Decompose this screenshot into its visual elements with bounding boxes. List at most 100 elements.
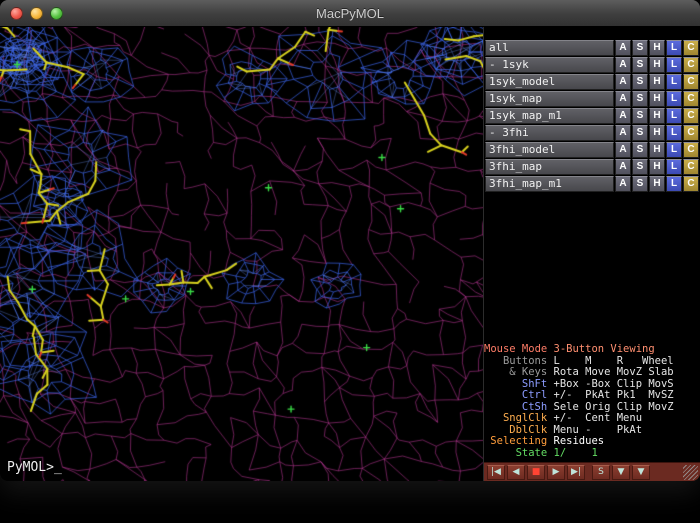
object-row: - 1syk A S H L C [485, 57, 699, 73]
color-button[interactable]: C [683, 142, 699, 158]
mouse-mode-label: Mouse Mode [484, 344, 547, 356]
action-button[interactable]: A [615, 91, 631, 107]
hide-button[interactable]: H [649, 108, 665, 124]
selecting-mode-value[interactable]: Residues [547, 435, 604, 447]
show-button[interactable]: S [632, 125, 648, 141]
object-row: 1syk_map A S H L C [485, 91, 699, 107]
movie-fast-forward-button[interactable]: ▶| [567, 465, 585, 480]
action-button[interactable]: A [615, 74, 631, 90]
color-button[interactable]: C [683, 108, 699, 124]
mouse-ctrl-value: +/- PkAt Pk1 MvSZ [547, 389, 673, 401]
object-name-button[interactable]: 3fhi_map [485, 159, 614, 175]
object-row: 1syk_model A S H L C [485, 74, 699, 90]
close-button[interactable] [10, 7, 23, 20]
label-button[interactable]: L [666, 40, 682, 56]
label-button[interactable]: L [666, 108, 682, 124]
mouse-ctrl-label: Ctrl [484, 390, 547, 402]
hide-button[interactable]: H [649, 57, 665, 73]
molecular-viewport: PyMOL>_ [0, 27, 483, 481]
object-name-button[interactable]: 1syk_map_m1 [485, 108, 614, 124]
object-row: 3fhi_map A S H L C [485, 159, 699, 175]
label-button[interactable]: L [666, 125, 682, 141]
state-label: State [484, 448, 547, 460]
hide-button[interactable]: H [649, 74, 665, 90]
color-button[interactable]: C [683, 40, 699, 56]
show-button[interactable]: S [632, 40, 648, 56]
movie-s-button[interactable]: S [592, 465, 610, 480]
mouse-dblclk-value: Menu - PkAt [547, 424, 642, 436]
hide-button[interactable]: H [649, 125, 665, 141]
action-button[interactable]: A [615, 159, 631, 175]
label-button[interactable]: L [666, 57, 682, 73]
show-button[interactable]: S [632, 91, 648, 107]
minimize-button[interactable] [30, 7, 43, 20]
mouse-mode-value[interactable]: 3-Button Viewing [547, 343, 654, 355]
title-bar[interactable]: MacPyMOL [0, 0, 700, 27]
show-button[interactable]: S [632, 142, 648, 158]
state-value[interactable]: 1/ 1 [547, 447, 598, 459]
prompt-label: PyMOL> [7, 460, 54, 475]
selecting-label: Selecting [484, 436, 547, 448]
action-button[interactable]: A [615, 142, 631, 158]
object-name-button[interactable]: 3fhi_map_m1 [485, 176, 614, 192]
color-button[interactable]: C [683, 57, 699, 73]
object-name-button[interactable]: - 1syk [485, 57, 614, 73]
action-button[interactable]: A [615, 108, 631, 124]
action-button[interactable]: A [615, 40, 631, 56]
movie-rewind-button[interactable]: |◀ [487, 465, 505, 480]
label-button[interactable]: L [666, 74, 682, 90]
movie-menu-down-button-1[interactable]: ▼ [612, 465, 630, 480]
mouse-buttons-value: L M R Wheel [547, 355, 673, 367]
color-button[interactable]: C [683, 74, 699, 90]
object-name-button[interactable]: - 3fhi [485, 125, 614, 141]
viewport-canvas[interactable] [0, 27, 483, 481]
object-row: 3fhi_model A S H L C [485, 142, 699, 158]
action-button[interactable]: A [615, 57, 631, 73]
color-button[interactable]: C [683, 159, 699, 175]
resize-grip[interactable] [683, 465, 698, 480]
object-row: all A S H L C [485, 40, 699, 56]
label-button[interactable]: L [666, 176, 682, 192]
action-button[interactable]: A [615, 176, 631, 192]
object-name-button[interactable]: 1syk_model [485, 74, 614, 90]
movie-stop-button[interactable]: ■ [527, 465, 545, 480]
action-button[interactable]: A [615, 125, 631, 141]
movie-step-back-button[interactable]: ◀ [507, 465, 525, 480]
mouse-ctsh-value: Sele Orig Clip MovZ [547, 401, 673, 413]
mouse-snglclk-label: SnglClk [484, 413, 547, 425]
show-button[interactable]: S [632, 176, 648, 192]
mouse-shift-value: +Box -Box Clip MovS [547, 378, 673, 390]
traffic-lights [10, 7, 63, 20]
hide-button[interactable]: H [649, 176, 665, 192]
object-name-button[interactable]: 1syk_map [485, 91, 614, 107]
show-button[interactable]: S [632, 159, 648, 175]
color-button[interactable]: C [683, 91, 699, 107]
hide-button[interactable]: H [649, 91, 665, 107]
show-button[interactable]: S [632, 74, 648, 90]
show-button[interactable]: S [632, 57, 648, 73]
zoom-button[interactable] [50, 7, 63, 20]
label-button[interactable]: L [666, 91, 682, 107]
movie-play-button[interactable]: ▶ [547, 465, 565, 480]
color-button[interactable]: C [683, 125, 699, 141]
window-title: MacPyMOL [316, 6, 384, 21]
hide-button[interactable]: H [649, 159, 665, 175]
object-row: 3fhi_map_m1 A S H L C [485, 176, 699, 192]
object-row: 1syk_map_m1 A S H L C [485, 108, 699, 124]
label-button[interactable]: L [666, 159, 682, 175]
label-button[interactable]: L [666, 142, 682, 158]
movie-menu-down-button-2[interactable]: ▼ [632, 465, 650, 480]
mouse-snglclk-value: +/- Cent Menu [547, 412, 642, 424]
movie-control-bar: |◀ ◀ ■ ▶ ▶| S ▼ ▼ [484, 462, 700, 481]
internal-gui-panel: all A S H L C - 1syk A S H L C 1syk_mode… [483, 27, 700, 481]
show-button[interactable]: S [632, 108, 648, 124]
hide-button[interactable]: H [649, 142, 665, 158]
object-name-button[interactable]: 3fhi_model [485, 142, 614, 158]
object-row: - 3fhi A S H L C [485, 125, 699, 141]
hide-button[interactable]: H [649, 40, 665, 56]
object-list: all A S H L C - 1syk A S H L C 1syk_mode… [484, 40, 700, 193]
color-button[interactable]: C [683, 176, 699, 192]
object-name-button[interactable]: all [485, 40, 614, 56]
panel-spacer [484, 193, 700, 344]
command-prompt[interactable]: PyMOL>_ [7, 460, 62, 475]
